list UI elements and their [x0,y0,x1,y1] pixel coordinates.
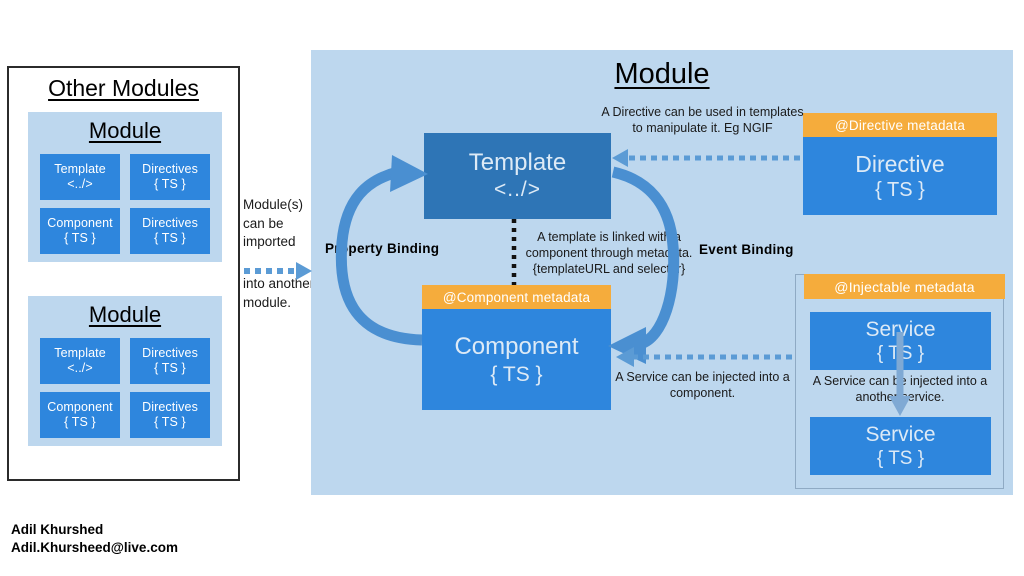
component-box-line1: Component [454,332,579,360]
mini-box-template: Template <../> [40,338,120,384]
other-module-card-1: Module Template <../> Directives { TS } … [28,112,222,262]
mini-box-line2: { TS } [154,361,186,375]
annotation-template-link: A template is linked with a component th… [525,230,693,276]
mini-box-line1: Template [54,346,106,360]
mini-box-line2: { TS } [154,415,186,429]
mini-box-line2: <../> [67,361,93,375]
template-box-line2: <../> [493,178,542,201]
mini-box-line1: Directives [142,162,198,176]
mini-box-line1: Template [54,162,106,176]
mini-box-template: Template <../> [40,154,120,200]
directive-box: @Directive metadata Directive { TS } [803,113,997,215]
mini-box-directives-2: Directives { TS } [130,208,210,254]
mini-box-line2: { TS } [154,177,186,191]
other-module-title-2: Module [88,302,162,327]
mini-box-line1: Component [47,400,113,414]
component-box-body: Component { TS } [422,309,611,410]
diagram-canvas: Other Modules Module Template <../> Dire… [0,0,1024,576]
annotation-directive-use: A Directive can be used in templates to … [601,105,804,135]
template-box: Template <../> [424,133,611,219]
component-box-line2: { TS } [490,362,543,386]
other-modules-panel: Other Modules Module Template <../> Dire… [7,66,240,481]
service-box-line1: Service [865,318,936,341]
other-module-title-1: Module [88,118,162,143]
author-name: Adil Khurshed [11,522,104,537]
mini-box-line2: { TS } [154,231,186,245]
other-module-card-2: Module Template <../> Directives { TS } … [28,296,222,446]
mini-box-component: Component { TS } [40,392,120,438]
mini-box-component: Component { TS } [40,208,120,254]
service-box-2: Service { TS } [810,417,991,475]
mini-box-line2: <../> [67,177,93,191]
mini-box-directives: Directives { TS } [130,154,210,200]
component-metadata-bar: @Component metadata [422,285,611,309]
directive-box-body: Directive { TS } [803,137,997,215]
mini-box-directives-2: Directives { TS } [130,392,210,438]
footer-credits: Adil Khurshed Adil.Khursheed@live.com [11,521,178,557]
mini-box-line2: { TS } [64,231,96,245]
service-box-line2: { TS } [876,448,925,469]
template-box-line1: Template [468,149,567,176]
author-email: Adil.Khursheed@live.com [11,540,178,555]
directive-box-line1: Directive [855,150,945,177]
service-box-line2: { TS } [876,343,925,364]
other-module-grid-2: Template <../> Directives { TS } Compone… [40,338,210,438]
module-panel-title: Module [614,58,710,90]
mini-box-line1: Component [47,216,113,230]
mini-box-line2: { TS } [64,415,96,429]
service-box-line1: Service [865,423,936,446]
service-box-1: Service { TS } [810,312,991,370]
injectable-metadata-bar: @Injectable metadata [804,274,1005,299]
directive-box-line2: { TS } [875,178,925,201]
annotation-service-into-service: A Service can be injected into a another… [812,374,988,404]
component-box: @Component metadata Component { TS } [422,285,611,410]
mini-box-line1: Directives [142,216,198,230]
mini-box-directives: Directives { TS } [130,338,210,384]
property-binding-label: Property Binding [325,241,440,256]
other-modules-title: Other Modules [48,75,199,101]
mini-box-line1: Directives [142,400,198,414]
annotation-service-into-component: A Service can be injected into a compone… [615,370,790,400]
event-binding-label: Event Binding [699,242,794,257]
mini-box-line1: Directives [142,346,198,360]
other-module-grid-1: Template <../> Directives { TS } Compone… [40,154,210,254]
directive-metadata-bar: @Directive metadata [803,113,997,137]
